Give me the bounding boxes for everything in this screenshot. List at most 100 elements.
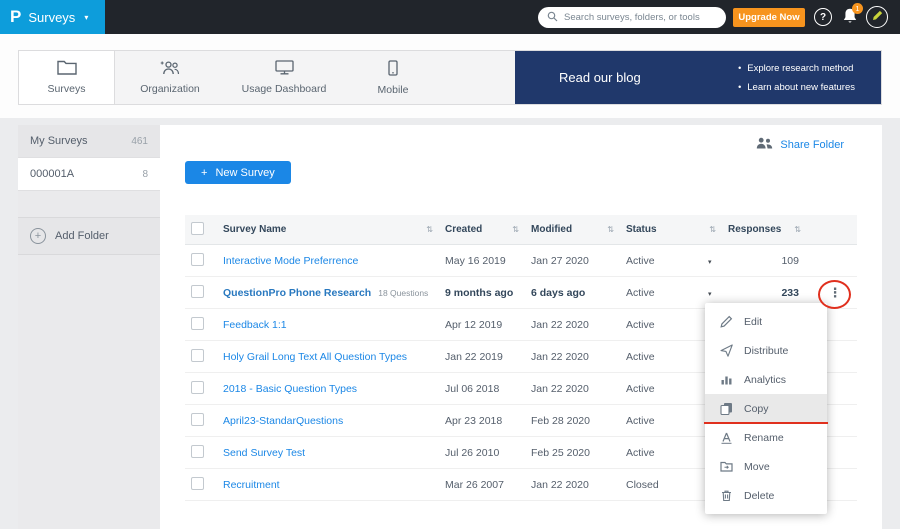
menu-item-label: Delete	[744, 490, 774, 502]
rename-icon	[719, 431, 733, 444]
sort-icon[interactable]: ⇅	[426, 225, 433, 234]
search-input[interactable]	[564, 12, 717, 23]
survey-name-link[interactable]: 2018 - Basic Question Types	[223, 383, 357, 395]
survey-name-link[interactable]: QuestionPro Phone Research	[223, 287, 371, 299]
responses-cell: 109	[728, 255, 813, 267]
product-menu[interactable]: P Surveys ▾	[0, 0, 105, 34]
modified-cell: Feb 28 2020	[531, 415, 626, 427]
new-survey-button[interactable]: + New Survey	[185, 161, 291, 184]
menu-item-label: Rename	[744, 432, 784, 444]
row-context-menu: Edit Distribute Analytics Copy Rename	[705, 303, 827, 514]
tab-surveys[interactable]: Surveys	[19, 51, 115, 104]
menu-item-move[interactable]: Move	[705, 452, 827, 481]
new-survey-label: New Survey	[215, 167, 274, 179]
folders-sidebar: My Surveys 461 000001A 8 + Add Folder	[18, 125, 160, 529]
add-folder-label: Add Folder	[55, 230, 109, 242]
menu-item-edit[interactable]: Edit	[705, 307, 827, 336]
created-cell: May 16 2019	[445, 255, 531, 267]
add-folder-button[interactable]: + Add Folder	[18, 217, 160, 255]
row-checkbox[interactable]	[191, 381, 204, 394]
tab-usage-dashboard[interactable]: Usage Dashboard	[225, 51, 343, 104]
column-header-status[interactable]: Status ⇅	[626, 224, 728, 235]
send-icon	[719, 344, 733, 357]
survey-name-link[interactable]: Interactive Mode Preferrence	[223, 255, 358, 267]
survey-name-link[interactable]: Send Survey Test	[223, 447, 305, 459]
row-checkbox[interactable]	[191, 413, 204, 426]
tab-mobile[interactable]: Mobile	[343, 51, 443, 104]
bullet-text: Explore research method	[747, 63, 853, 74]
menu-item-analytics[interactable]: Analytics	[705, 365, 827, 394]
status-cell: Active	[626, 255, 698, 267]
row-checkbox[interactable]	[191, 477, 204, 490]
column-header-created[interactable]: Created ⇅	[445, 224, 531, 235]
pencil-icon	[872, 8, 883, 26]
menu-item-delete[interactable]: Delete	[705, 481, 827, 510]
menu-item-label: Edit	[744, 316, 762, 328]
menu-item-rename[interactable]: Rename	[705, 423, 827, 452]
help-button[interactable]: ?	[814, 8, 832, 26]
dashboard-icon	[275, 60, 294, 78]
table-row[interactable]: Interactive Mode Preferrence May 16 2019…	[185, 245, 857, 277]
menu-item-copy[interactable]: Copy	[705, 394, 827, 423]
bar-chart-icon	[719, 373, 733, 386]
sort-icon[interactable]: ⇅	[709, 225, 716, 234]
select-all-checkbox[interactable]	[191, 222, 204, 235]
folder-count: 8	[142, 169, 148, 180]
mobile-icon	[388, 60, 398, 79]
main-nav-tabs: Surveys Organization Usage Dashboard Mob…	[18, 50, 882, 105]
sidebar-item-000001A[interactable]: 000001A 8	[18, 158, 160, 191]
bullet-text: Learn about new features	[747, 82, 855, 93]
created-cell: Apr 12 2019	[445, 319, 531, 331]
modified-cell: Jan 22 2020	[531, 351, 626, 363]
row-checkbox[interactable]	[191, 253, 204, 266]
plus-circle-icon: +	[30, 228, 46, 244]
survey-name-link[interactable]: April23-StandarQuestions	[223, 415, 343, 427]
sidebar-item-label: My Surveys	[30, 135, 87, 147]
chevron-down-icon: ▾	[84, 13, 88, 22]
share-folder-label: Share Folder	[780, 139, 844, 151]
created-cell: Mar 26 2007	[445, 479, 531, 491]
menu-item-label: Analytics	[744, 374, 786, 386]
column-header-responses[interactable]: Responses ⇅	[728, 224, 813, 235]
share-folder-button[interactable]: Share Folder	[756, 137, 844, 152]
sort-icon[interactable]: ⇅	[512, 225, 519, 234]
column-header-modified[interactable]: Modified ⇅	[531, 224, 626, 235]
status-dropdown-caret[interactable]: ▾	[708, 259, 712, 266]
column-label: Survey Name	[223, 224, 286, 235]
status-cell: Active	[626, 287, 698, 299]
sidebar-spacer	[18, 191, 160, 217]
column-header-survey-name[interactable]: Survey Name ⇅	[223, 224, 445, 235]
upgrade-button[interactable]: Upgrade Now	[733, 8, 805, 27]
global-search[interactable]	[538, 7, 726, 28]
notification-badge: 1	[852, 3, 863, 14]
row-checkbox[interactable]	[191, 317, 204, 330]
product-label: Surveys	[28, 10, 75, 25]
pencil-icon	[719, 315, 733, 328]
column-label: Responses	[728, 224, 781, 235]
blog-banner[interactable]: Read our blog • Explore research method …	[515, 51, 881, 104]
sidebar-item-my-surveys[interactable]: My Surveys 461	[18, 125, 160, 158]
row-checkbox[interactable]	[191, 445, 204, 458]
menu-item-distribute[interactable]: Distribute	[705, 336, 827, 365]
status-dropdown-caret[interactable]: ▾	[708, 291, 712, 298]
tab-label: Surveys	[48, 83, 86, 95]
tab-organization[interactable]: Organization	[115, 51, 225, 104]
created-cell: Jul 26 2010	[445, 447, 531, 459]
annotation-circle	[818, 280, 851, 309]
folder-count: 461	[131, 136, 148, 147]
menu-item-label: Distribute	[744, 345, 788, 357]
row-checkbox[interactable]	[191, 349, 204, 362]
table-header-row: Survey Name ⇅ Created ⇅ Modified ⇅ Statu…	[185, 215, 857, 245]
brand-logo: P	[10, 7, 21, 27]
status-cell: Closed	[626, 479, 698, 491]
survey-name-link[interactable]: Recruitment	[223, 479, 280, 491]
copy-icon	[719, 402, 733, 415]
survey-name-link[interactable]: Feedback 1:1	[223, 319, 287, 331]
survey-name-link[interactable]: Holy Grail Long Text All Question Types	[223, 351, 407, 363]
status-cell: Active	[626, 447, 698, 459]
feedback-pencil-button[interactable]	[866, 6, 888, 28]
sort-icon[interactable]: ⇅	[794, 225, 801, 234]
row-checkbox[interactable]	[191, 285, 204, 298]
created-cell: Jul 06 2018	[445, 383, 531, 395]
sort-icon[interactable]: ⇅	[607, 225, 614, 234]
